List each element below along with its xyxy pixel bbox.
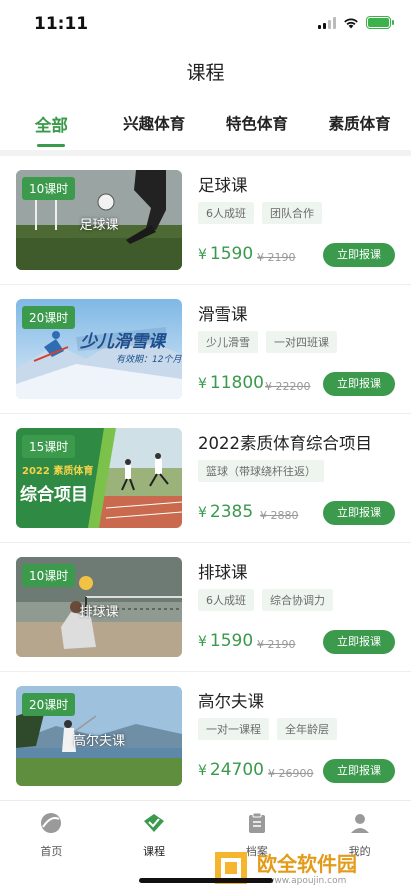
tab-featured-sports[interactable]: 特色体育 [206, 108, 309, 150]
profile-icon [350, 814, 369, 833]
category-tabs: 全部 兴趣体育 特色体育 素质体育 [0, 108, 411, 150]
enroll-button[interactable]: 立即报课 [323, 243, 395, 267]
course-tag: 少儿滑雪 [198, 331, 258, 353]
tab-quality-sports[interactable]: 素质体育 [308, 108, 411, 150]
thumbnail-caption: 综合项目 [20, 485, 88, 505]
watermark: 欧全软件园 www.apoujin.com [211, 846, 403, 890]
lesson-count-badge: 15课时 [22, 435, 76, 458]
lesson-count-badge: 10课时 [22, 564, 76, 587]
course-tags: 6人成班 团队合作 [198, 202, 322, 224]
nav-label: 首页 [40, 845, 63, 858]
course-thumbnail: 15课时 2022 素质体育 综合项目 [16, 428, 182, 528]
course-title: 2022素质体育综合项目 [198, 434, 372, 453]
course-thumbnail: 20课时 少儿滑雪课 有效期：12个月 [16, 299, 182, 399]
course-price: ¥2385 [198, 502, 254, 522]
signal-icon [318, 16, 336, 29]
course-card[interactable]: 10课时 排球课 排球课 6人成班 综合协调力 ¥1590 ¥ 2190 立即报… [0, 543, 411, 672]
original-price: ¥ 2190 [257, 638, 296, 651]
home-icon [41, 813, 62, 833]
course-tag: 全年龄层 [277, 718, 337, 740]
thumbnail-caption: 排球课 [79, 605, 119, 620]
lesson-count-badge: 20课时 [22, 693, 76, 716]
course-thumbnail: 10课时 排球课 [16, 557, 182, 657]
status-icons [318, 16, 394, 29]
tab-all[interactable]: 全部 [0, 108, 103, 150]
course-title: 足球课 [198, 176, 248, 195]
status-bar: 11:11 [0, 0, 411, 50]
course-list: 10课时 足球课 足球课 6人成班 团队合作 ¥1590 ¥ 2190 立即报课 [0, 156, 411, 801]
thumbnail-caption: 足球课 [79, 218, 119, 233]
thumbnail-caption: 高尔夫课 [72, 734, 125, 749]
course-title: 排球课 [198, 563, 248, 582]
course-tags: 少儿滑雪 一对四班课 [198, 331, 337, 353]
enroll-button[interactable]: 立即报课 [323, 630, 395, 654]
course-card[interactable]: 20课时 少儿滑雪课 有效期：12个月 滑雪课 少儿滑雪 一对四班课 ¥1180… [0, 285, 411, 414]
course-tag: 一对一课程 [198, 718, 269, 740]
course-icon [144, 814, 165, 832]
course-thumbnail: 20课时 高尔夫课 [16, 686, 182, 786]
battery-icon [366, 16, 394, 29]
enroll-button[interactable]: 立即报课 [323, 501, 395, 525]
enroll-button[interactable]: 立即报课 [323, 372, 395, 396]
course-tag: 篮球（带球绕杆往返） [198, 460, 324, 482]
page-title: 课程 [0, 58, 411, 94]
course-tags: 一对一课程 全年龄层 [198, 718, 337, 740]
course-tags: 6人成班 综合协调力 [198, 589, 333, 611]
course-tag: 团队合作 [262, 202, 322, 224]
course-price: ¥1590 [198, 631, 254, 651]
wifi-icon [344, 17, 358, 28]
watermark-brand: 欧全软件园 [257, 852, 357, 876]
tab-interest-sports[interactable]: 兴趣体育 [103, 108, 206, 150]
course-price: ¥1590 [198, 244, 254, 264]
thumbnail-subcaption: 有效期：12个月 [116, 355, 182, 365]
course-price: ¥11800 [198, 373, 265, 393]
original-price: ¥ 2880 [260, 509, 299, 522]
original-price: ¥ 2190 [257, 251, 296, 264]
nav-home[interactable]: 首页 [0, 801, 103, 893]
course-tag: 综合协调力 [262, 589, 333, 611]
course-price: ¥24700 [198, 760, 265, 780]
status-time: 11:11 [34, 14, 89, 34]
course-card[interactable]: 20课时 高尔夫课 高尔夫课 一对一课程 全年龄层 ¥24700 ¥ 26900… [0, 672, 411, 801]
course-tag: 6人成班 [198, 202, 254, 224]
original-price: ¥ 22200 [265, 380, 311, 393]
course-tag: 6人成班 [198, 589, 254, 611]
archive-icon [248, 812, 265, 833]
course-title: 高尔夫课 [198, 692, 264, 711]
enroll-button[interactable]: 立即报课 [323, 759, 395, 783]
nav-label: 课程 [143, 845, 166, 858]
original-price: ¥ 26900 [268, 767, 314, 780]
thumbnail-caption: 少儿滑雪课 [80, 332, 165, 352]
lesson-count-badge: 10课时 [22, 177, 76, 200]
course-title: 滑雪课 [198, 305, 248, 324]
home-indicator [139, 878, 273, 883]
course-tag: 一对四班课 [266, 331, 337, 353]
watermark-url: www.apoujin.com [267, 876, 347, 886]
course-card[interactable]: 10课时 足球课 足球课 6人成班 团队合作 ¥1590 ¥ 2190 立即报课 [0, 156, 411, 285]
course-thumbnail: 10课时 足球课 [16, 170, 182, 270]
lesson-count-badge: 20课时 [22, 306, 76, 329]
course-card[interactable]: 15课时 2022 素质体育 综合项目 2022素质体育综合项目 篮球（带球绕杆… [0, 414, 411, 543]
course-tags: 篮球（带球绕杆往返） [198, 460, 324, 482]
thumbnail-subcaption: 2022 素质体育 [22, 466, 94, 477]
